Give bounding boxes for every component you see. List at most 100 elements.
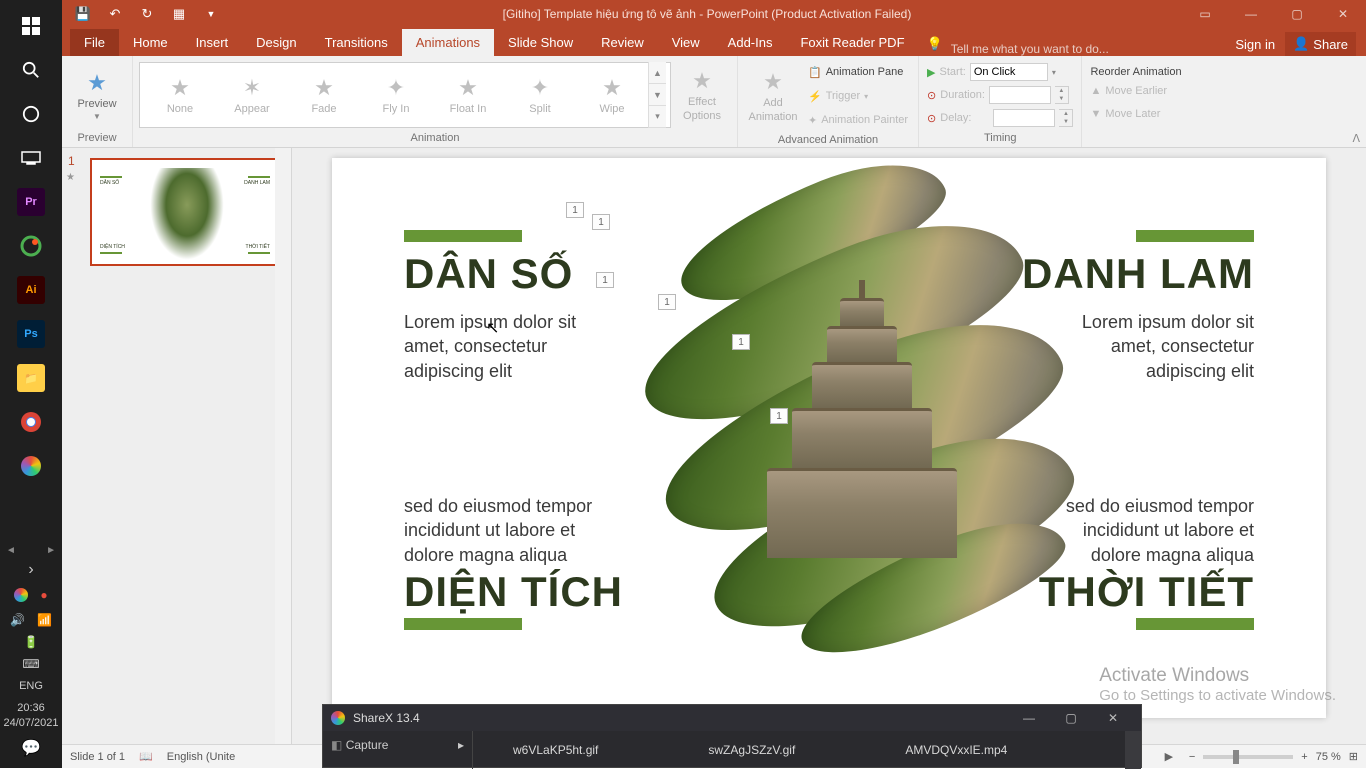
sharex-scrollbar[interactable] (1125, 731, 1141, 769)
start-select[interactable] (970, 63, 1048, 81)
taskbar-app-explorer[interactable]: 📁 (0, 356, 62, 400)
tab-animations[interactable]: Animations (402, 29, 494, 56)
duration-spinner[interactable]: ▲▼ (1055, 86, 1069, 104)
delay-input[interactable] (993, 109, 1055, 127)
move-earlier-button[interactable]: ▲Move Earlier (1090, 81, 1181, 101)
animation-tag[interactable]: 1 (596, 272, 614, 288)
slide-canvas-area[interactable]: DÂN SỐ Lorem ipsum dolor sit amet, conse… (292, 148, 1366, 744)
gallery-down-icon[interactable]: ▼ (649, 84, 666, 106)
anim-appear[interactable]: ✶Appear (216, 67, 288, 123)
tab-design[interactable]: Design (242, 29, 310, 56)
animation-pane-button[interactable]: 📋Animation Pane (808, 62, 908, 82)
animation-tag[interactable]: 1 (658, 294, 676, 310)
taskbar-app-mystery[interactable] (0, 224, 62, 268)
zoom-slider[interactable] (1203, 755, 1293, 759)
tab-slideshow[interactable]: Slide Show (494, 29, 587, 56)
action-center-icon[interactable]: 💬 (0, 734, 62, 762)
search-icon[interactable] (0, 48, 62, 92)
taskbar-app-illustrator[interactable]: Ai (0, 268, 62, 312)
tray-expand-icon[interactable]: › (0, 556, 62, 584)
tell-me-input[interactable]: Tell me what you want to do... (951, 42, 1109, 56)
anim-flyin[interactable]: ✦Fly In (360, 67, 432, 123)
move-later-button[interactable]: ▼Move Later (1090, 104, 1181, 124)
sharex-minimize-button[interactable]: — (1009, 707, 1049, 729)
anim-floatin[interactable]: ★Float In (432, 67, 504, 123)
animation-tag[interactable]: 1 (732, 334, 750, 350)
share-button[interactable]: 👤 Share (1285, 32, 1356, 56)
start-from-beginning-icon[interactable]: ▦ (166, 2, 192, 26)
add-animation-button[interactable]: ★ Add Animation (744, 64, 802, 128)
sharex-file[interactable]: w6VLaKP5ht.gif (513, 743, 598, 757)
minimize-button[interactable]: — (1228, 0, 1274, 28)
tab-home[interactable]: Home (119, 29, 182, 56)
close-button[interactable]: ✕ (1320, 0, 1366, 28)
wifi-icon[interactable]: 📶 (37, 613, 52, 627)
trigger-button[interactable]: ⚡Trigger▾ (808, 86, 908, 106)
heading-danso[interactable]: DÂN SỐ (404, 250, 573, 298)
animation-painter-button[interactable]: ✦Animation Painter (808, 110, 908, 130)
sharex-window[interactable]: ShareX 13.4 — ▢ ✕ ◧ Capture▸ w6VLaKP5ht.… (322, 704, 1142, 768)
volume-icon[interactable]: 🔊 (10, 613, 25, 627)
heading-dientich[interactable]: DIỆN TÍCH (404, 568, 623, 616)
duration-input[interactable] (989, 86, 1051, 104)
zoom-out-icon[interactable]: − (1189, 751, 1195, 763)
collapse-ribbon-icon[interactable]: ᐱ (1352, 132, 1360, 145)
qat-customize-icon[interactable]: ▼ (198, 2, 224, 26)
slide-thumbnail-1[interactable]: DÂN SỐ DANH LAM DIỆN TÍCH THỜI TIẾT (90, 158, 280, 266)
tray-record-icon[interactable]: ● (40, 588, 47, 605)
taskbar-app-premiere[interactable]: Pr (0, 180, 62, 224)
gallery-more-icon[interactable]: ▾ (649, 106, 666, 128)
language-status[interactable]: English (Unite (167, 751, 235, 763)
maximize-button[interactable]: ▢ (1274, 0, 1320, 28)
taskbar-app-sharex[interactable] (0, 444, 62, 488)
anim-split[interactable]: ✦Split (504, 67, 576, 123)
delay-spinner[interactable]: ▲▼ (1059, 109, 1073, 127)
keyboard-icon[interactable]: ⌨ (22, 657, 39, 671)
animation-gallery[interactable]: ★None ✶Appear ★Fade ✦Fly In ★Float In ✦S… (139, 62, 671, 128)
tab-insert[interactable]: Insert (182, 29, 243, 56)
center-image[interactable] (612, 178, 1092, 638)
tab-transitions[interactable]: Transitions (311, 29, 402, 56)
sharex-capture-menu[interactable]: ◧ Capture▸ (331, 735, 464, 755)
tab-addins[interactable]: Add-Ins (714, 29, 787, 56)
taskbar-app-chrome[interactable] (0, 400, 62, 444)
zoom-level[interactable]: 75 % (1316, 751, 1341, 763)
zoom-in-icon[interactable]: + (1301, 751, 1307, 763)
battery-icon[interactable]: 🔋 (24, 635, 39, 649)
animation-tag[interactable]: 1 (592, 214, 610, 230)
tab-foxit[interactable]: Foxit Reader PDF (786, 29, 918, 56)
effect-options-button[interactable]: ★ Effect Options (673, 63, 731, 127)
thumbnail-scrollbar[interactable] (275, 148, 291, 744)
cortana-icon[interactable] (0, 92, 62, 136)
gallery-up-icon[interactable]: ▲ (649, 62, 666, 84)
anim-fade[interactable]: ★Fade (288, 67, 360, 123)
save-icon[interactable]: 💾 (70, 2, 96, 26)
tab-review[interactable]: Review (587, 29, 658, 56)
slide-count[interactable]: Slide 1 of 1 (70, 751, 125, 763)
slide[interactable]: DÂN SỐ Lorem ipsum dolor sit amet, conse… (332, 158, 1326, 718)
taskbar-lang[interactable]: ENG (19, 675, 43, 697)
text-dientich[interactable]: sed do eiusmod tempor incididunt ut labo… (404, 494, 604, 567)
slideshow-view-icon[interactable]: ▶ (1157, 747, 1181, 767)
animation-tag[interactable]: 1 (566, 202, 584, 218)
spellcheck-icon[interactable]: 📖 (139, 750, 153, 763)
taskbar-clock[interactable]: 20:36 24/07/2021 (3, 697, 58, 734)
undo-icon[interactable]: ↶ (102, 2, 128, 26)
sharex-titlebar[interactable]: ShareX 13.4 — ▢ ✕ (323, 705, 1141, 731)
signin-link[interactable]: Sign in (1235, 37, 1275, 52)
tab-file[interactable]: File (70, 29, 119, 56)
sharex-maximize-button[interactable]: ▢ (1051, 707, 1091, 729)
animation-tag[interactable]: 1 (770, 408, 788, 424)
ribbon-display-icon[interactable]: ▭ (1182, 0, 1228, 28)
anim-wipe[interactable]: ★Wipe (576, 67, 648, 123)
tab-view[interactable]: View (658, 29, 714, 56)
anim-none[interactable]: ★None (144, 67, 216, 123)
redo-icon[interactable]: ↻ (134, 2, 160, 26)
sharex-file[interactable]: AMVDQVxxIE.mp4 (905, 743, 1007, 757)
fit-to-window-icon[interactable]: ⊞ (1349, 750, 1358, 763)
tray-sharex-icon[interactable] (14, 588, 28, 605)
taskbar-app-photoshop[interactable]: Ps (0, 312, 62, 356)
text-danso[interactable]: Lorem ipsum dolor sit amet, consectetur … (404, 310, 594, 383)
sharex-file[interactable]: swZAgJSZzV.gif (708, 743, 795, 757)
taskbar-scroll[interactable]: ◄► (0, 545, 62, 556)
